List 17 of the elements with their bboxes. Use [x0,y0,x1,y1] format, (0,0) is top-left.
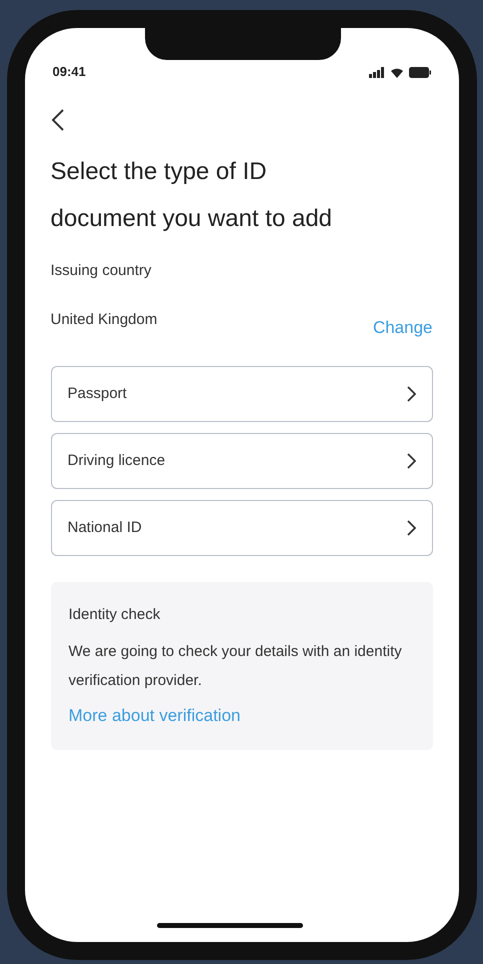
back-icon [50,108,64,132]
status-time: 09:41 [52,63,86,82]
info-text: We are going to check your details with an identity verification provider. [68,642,403,690]
info-title: Identity check [68,605,162,625]
chevron-right-icon [406,520,416,536]
document-type-option[interactable]: Passport [50,366,432,422]
chevron-right-icon [406,386,416,402]
wifi-icon [390,66,404,78]
document-type-option[interactable]: Driving licence [50,433,432,489]
signal-icon [368,66,384,78]
battery-icon [408,66,430,78]
back-button[interactable] [50,108,64,132]
issuing-country-label: Issuing country [50,261,152,281]
document-type-option[interactable]: National ID [50,500,432,556]
page-title: Select the type of ID document you want to add [50,157,334,234]
chevron-right-icon [406,453,416,469]
country-value: United Kingdom [50,310,158,330]
